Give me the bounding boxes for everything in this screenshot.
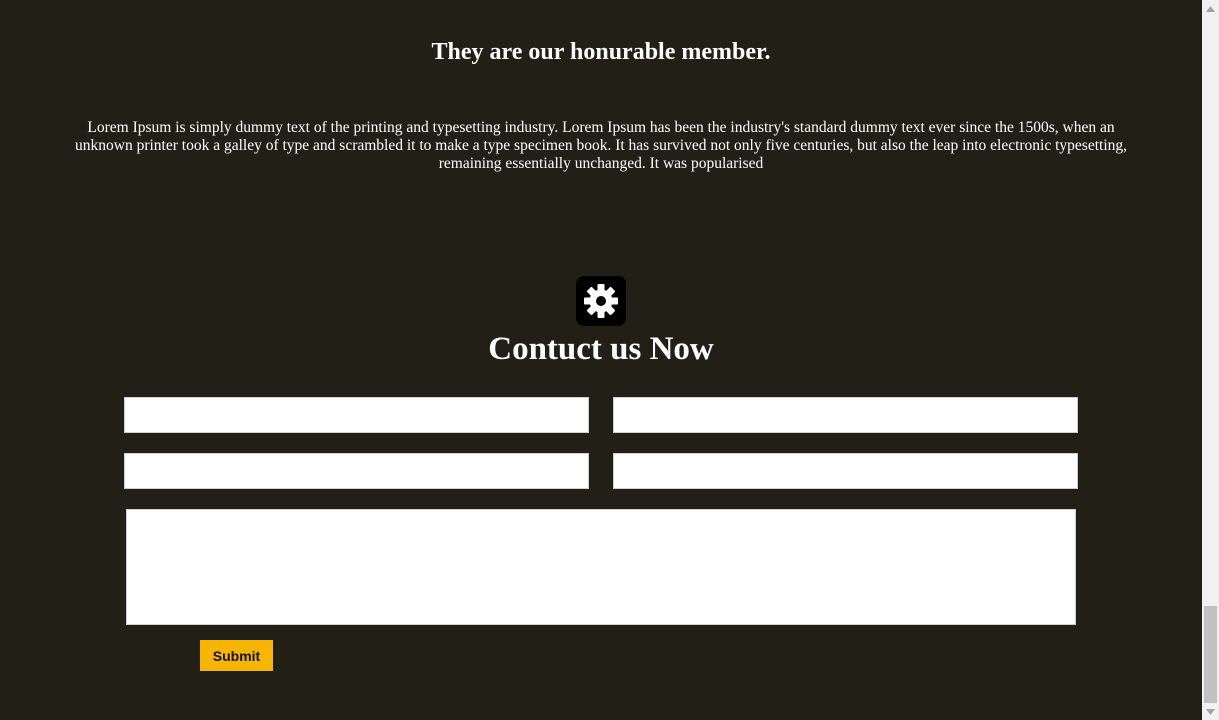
contact-field-1[interactable]	[124, 397, 589, 433]
vertical-scrollbar[interactable]	[1202, 0, 1219, 720]
message-textarea[interactable]	[126, 509, 1076, 625]
page: They are our honurable member. Lorem Ips…	[0, 0, 1202, 720]
contact-title: Contuct us Now	[488, 331, 714, 367]
scroll-down-arrow-icon[interactable]	[1202, 703, 1219, 720]
gear-icon	[576, 276, 626, 326]
scroll-up-arrow-icon[interactable]	[1202, 0, 1219, 17]
scrollbar-thumb[interactable]	[1204, 606, 1217, 703]
contact-field-2[interactable]	[613, 397, 1078, 433]
members-description: Lorem Ipsum is simply dummy text of the …	[75, 119, 1127, 172]
contact-field-3[interactable]	[124, 453, 589, 489]
gear-icon-graphic	[584, 284, 618, 318]
submit-button[interactable]: Submit	[200, 640, 273, 671]
members-title: They are our honurable member.	[431, 39, 771, 65]
contact-field-4[interactable]	[613, 453, 1078, 489]
